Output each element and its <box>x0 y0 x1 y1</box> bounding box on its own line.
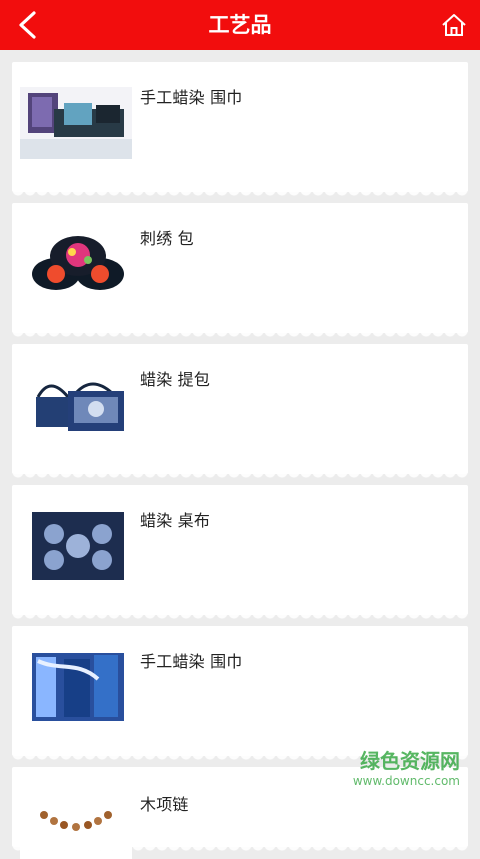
item-label: 手工蜡染 围巾 <box>140 88 243 107</box>
item-label: 刺绣 包 <box>140 229 194 248</box>
scarf-image <box>20 87 132 159</box>
embroidered-bag-image <box>20 228 132 300</box>
home-button[interactable] <box>438 9 470 41</box>
list-item[interactable]: 手工蜡染 围巾 <box>12 62 468 200</box>
batik-handbag-image <box>20 369 132 441</box>
watermark-url: www.downcc.com <box>352 774 460 788</box>
list-item[interactable]: 蜡染 桌布 <box>12 485 468 623</box>
app-header: 工艺品 <box>0 0 480 50</box>
home-icon <box>442 14 466 36</box>
batik-tablecloth-image <box>20 510 132 582</box>
item-label: 蜡染 提包 <box>140 370 211 389</box>
list-item[interactable]: 手工蜡染 围巾 <box>12 626 468 764</box>
wooden-necklace-image <box>20 787 132 859</box>
watermark-title: 绿色资源网 <box>360 749 460 773</box>
page-title: 工艺品 <box>208 13 272 37</box>
item-label: 木项链 <box>140 795 189 814</box>
list-item[interactable]: 刺绣 包 <box>12 203 468 341</box>
watermark: 绿色资源网 www.downcc.com <box>340 745 460 788</box>
list-item[interactable]: 蜡染 提包 <box>12 344 468 482</box>
item-label: 手工蜡染 围巾 <box>140 652 243 671</box>
batik-scarf-image <box>20 651 132 723</box>
item-label: 蜡染 桌布 <box>140 511 211 530</box>
